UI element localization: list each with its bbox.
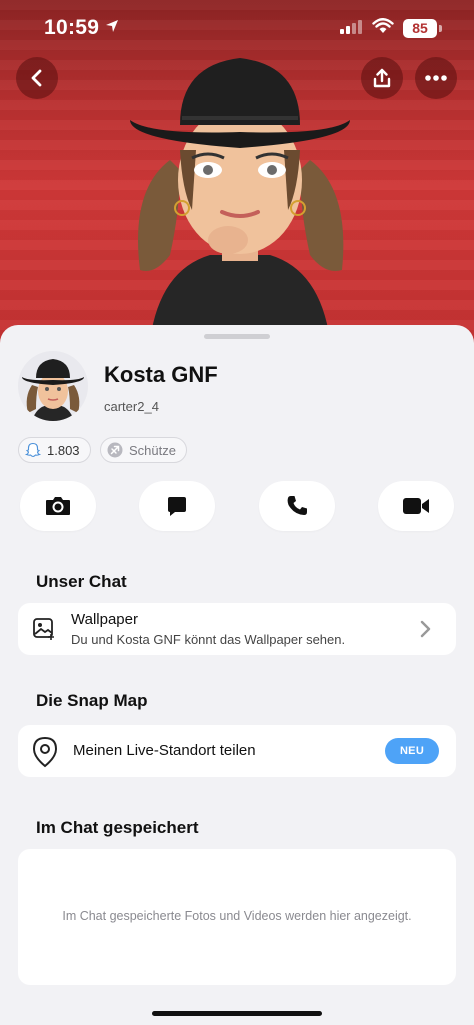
snap-score: 1.803 (47, 442, 80, 458)
snapchat-ghost-icon (25, 442, 41, 458)
video-camera-icon (403, 498, 429, 514)
wallpaper-icon (33, 618, 54, 640)
profile-sheet: Kosta GNF carter2_4 1.803 Schütze Unser … (0, 325, 474, 1025)
live-location-row[interactable]: Meinen Live-Standort teilen NEU (18, 725, 456, 777)
saved-empty-text: Im Chat gespeicherte Fotos und Videos we… (62, 909, 412, 923)
zodiac-label: Schütze (129, 442, 176, 458)
wifi-icon (372, 18, 394, 33)
cellular-signal-icon (340, 20, 362, 34)
call-button[interactable] (259, 481, 335, 531)
saved-media-card: Im Chat gespeicherte Fotos und Videos we… (18, 849, 456, 985)
username: carter2_4 (104, 399, 159, 414)
new-badge: NEU (385, 738, 439, 764)
chevron-left-icon (31, 69, 42, 87)
live-location-label: Meinen Live-Standort teilen (73, 742, 256, 759)
more-options-button[interactable] (415, 57, 457, 99)
snap-score-pill[interactable]: 1.803 (18, 437, 91, 463)
ellipsis-icon (425, 75, 447, 81)
avatar[interactable] (18, 351, 88, 421)
camera-button[interactable] (20, 481, 96, 531)
sagittarius-icon (107, 442, 123, 458)
sheet-grabber[interactable] (204, 334, 270, 339)
share-icon (373, 68, 391, 88)
back-button[interactable] (16, 57, 58, 99)
display-name: Kosta GNF (104, 362, 218, 387)
chevron-right-icon (420, 620, 431, 638)
battery-tip (439, 25, 442, 32)
bitmoji-avatar-large (130, 58, 350, 340)
section-title-chat: Unser Chat (36, 572, 127, 591)
share-button[interactable] (361, 57, 403, 99)
chat-button[interactable] (139, 481, 215, 531)
status-time: 10:59 (44, 16, 100, 39)
phone-icon (287, 496, 307, 515)
home-indicator[interactable] (152, 1011, 322, 1016)
video-call-button[interactable] (378, 481, 454, 531)
section-title-map: Die Snap Map (36, 691, 148, 710)
bitmoji-avatar-small (22, 359, 84, 421)
location-pin-icon (32, 736, 58, 768)
wallpaper-title: Wallpaper (71, 611, 138, 628)
battery-indicator: 85 (403, 19, 437, 38)
section-title-saved: Im Chat gespeichert (36, 818, 199, 837)
zodiac-pill[interactable]: Schütze (100, 437, 187, 463)
wallpaper-subtitle: Du und Kosta GNF könnt das Wallpaper seh… (71, 632, 346, 647)
profile-header-background: 10:59 85 (0, 0, 474, 345)
status-bar: 10:59 85 (0, 14, 474, 44)
location-arrow-icon (106, 20, 118, 32)
wallpaper-row[interactable]: Wallpaper Du und Kosta GNF könnt das Wal… (18, 603, 456, 655)
camera-icon (46, 497, 70, 515)
chat-icon (168, 497, 186, 516)
